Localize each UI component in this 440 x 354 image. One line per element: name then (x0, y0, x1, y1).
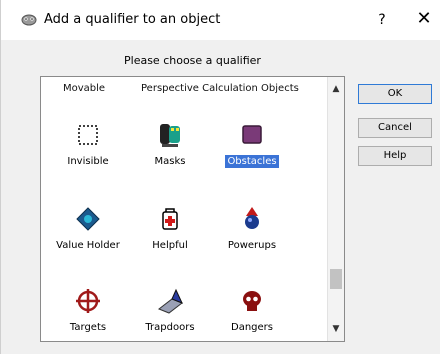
cancel-button[interactable]: Cancel (358, 118, 432, 138)
list-item-invisible[interactable]: Invisible (47, 121, 129, 177)
masks-icon (156, 121, 184, 149)
qualifier-dialog: Add a qualifier to an object ? ✕ Please … (0, 0, 440, 354)
prompt-text: Please choose a qualifier (124, 54, 261, 67)
item-label: Trapdoors (145, 322, 195, 333)
list-item-masks[interactable]: Masks (129, 121, 211, 177)
app-icon (21, 11, 37, 27)
powerup-icon (238, 205, 266, 233)
list-item-powerups[interactable]: Powerups (211, 205, 293, 261)
help-icon[interactable]: ? (373, 10, 391, 30)
scroll-up-icon[interactable]: ▲ (328, 81, 344, 97)
first-aid-icon (156, 205, 184, 233)
list-item-trapdoors[interactable]: Trapdoors (129, 287, 211, 341)
window-title: Add a qualifier to an object (44, 12, 221, 27)
item-label: Masks (154, 156, 186, 167)
trapdoor-icon (156, 287, 184, 315)
item-label: Powerups (227, 240, 277, 251)
list-item-dangers[interactable]: Dangers (211, 287, 293, 341)
dotted-square-icon (74, 121, 102, 149)
danger-skull-icon (238, 287, 266, 315)
header-perspective[interactable]: Perspective Calculation Objects (141, 83, 299, 95)
item-label: Helpful (152, 240, 188, 251)
title-bar: Add a qualifier to an object ? ✕ (1, 0, 440, 40)
list-item-value-holder[interactable]: Value Holder (47, 205, 129, 261)
item-label: Targets (69, 322, 107, 333)
item-label: Obstacles (225, 155, 279, 168)
qualifier-list[interactable]: Movable Perspective Calculation Objects … (40, 76, 345, 342)
crosshair-icon (74, 287, 102, 315)
item-label: Value Holder (56, 240, 120, 251)
scroll-down-icon[interactable]: ▼ (328, 321, 344, 337)
list-item-helpful[interactable]: Helpful (129, 205, 211, 261)
list-item-targets[interactable]: Targets (47, 287, 129, 341)
value-holder-icon (74, 205, 102, 233)
ok-button[interactable]: OK (358, 84, 432, 104)
scroll-thumb[interactable] (330, 269, 342, 289)
close-icon[interactable]: ✕ (414, 8, 434, 30)
header-movable[interactable]: Movable (63, 83, 105, 95)
item-label: Invisible (67, 156, 109, 167)
help-button[interactable]: Help (358, 146, 432, 166)
obstacle-box-icon (238, 121, 266, 149)
item-label: Dangers (231, 322, 273, 333)
list-scrollbar[interactable]: ▲ ▼ (327, 77, 344, 341)
list-item-obstacles[interactable]: Obstacles (211, 121, 293, 177)
